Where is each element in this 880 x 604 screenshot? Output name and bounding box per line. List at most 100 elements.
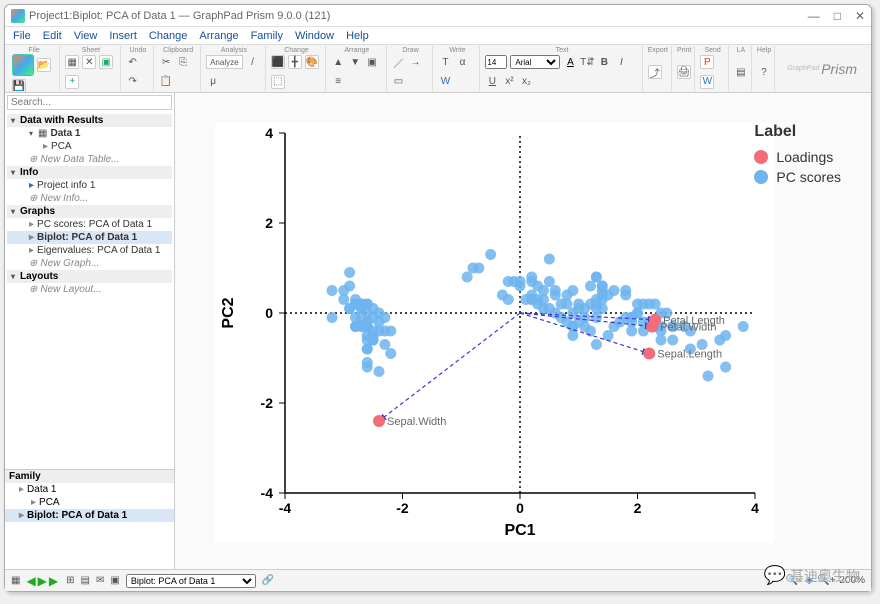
redo-icon[interactable]: ↷ (126, 75, 140, 89)
arrow-icon[interactable]: → (409, 55, 423, 69)
tree-section[interactable]: Data with Results (7, 114, 172, 127)
menu-file[interactable]: File (13, 30, 31, 42)
graph-type-icon[interactable]: ⬛ (271, 55, 285, 69)
tree-item[interactable]: ▸ PCA (7, 140, 172, 153)
zoom-fit-icon[interactable]: ◈ (805, 575, 813, 586)
bold-icon[interactable]: B (597, 55, 611, 69)
delete-sheet-icon[interactable]: ✕ (82, 55, 96, 69)
minimize-button[interactable]: — (808, 9, 820, 23)
svg-text:2: 2 (634, 500, 642, 516)
menu-insert[interactable]: Insert (109, 30, 137, 42)
size-icon[interactable]: ⬚ (271, 75, 285, 89)
family-item[interactable]: ▸ PCA (5, 496, 174, 509)
ribbon-help: Help ? (754, 46, 775, 91)
zoom-out-icon[interactable]: 🔍- (786, 575, 802, 586)
biplot-chart: -4-2024-4-2024PC1PC2Sepal.LengthSepal.Wi… (215, 123, 775, 543)
super-icon[interactable]: x² (502, 75, 516, 89)
line-icon[interactable]: ／ (392, 55, 406, 69)
menu-arrange[interactable]: Arrange (199, 30, 238, 42)
status-icon-3[interactable]: ✉ (96, 575, 104, 586)
cut-icon[interactable]: ✂ (159, 55, 173, 69)
tree-item[interactable]: ⊕ New Graph... (7, 257, 172, 270)
tree-section[interactable]: Info (7, 166, 172, 179)
status-icon-1[interactable]: ⊞ (66, 575, 74, 586)
menu-edit[interactable]: Edit (43, 30, 62, 42)
tree-item[interactable]: ▸ Biplot: PCA of Data 1 (7, 231, 172, 244)
svg-text:PC1: PC1 (504, 522, 535, 539)
graph-canvas[interactable]: -4-2024-4-2024PC1PC2Sepal.LengthSepal.Wi… (175, 93, 871, 569)
new-layout-icon[interactable]: + (65, 75, 79, 89)
menu-view[interactable]: View (74, 30, 98, 42)
ribbon-clipboard: Clipboard ✂ ⎘ 📋 (156, 46, 201, 91)
text-tool-icon[interactable]: T (438, 55, 452, 69)
legend-loadings: Loadings (754, 149, 841, 165)
print-icon[interactable]: 🖨 (677, 65, 691, 79)
ribbon-sheet: Sheet ▦ ✕ ▣ + (62, 46, 120, 91)
fit-icon[interactable]: / (246, 55, 260, 69)
analyze-button[interactable]: Analyze (206, 55, 242, 69)
paste-icon[interactable]: 📋 (159, 75, 173, 89)
prism-icon[interactable] (12, 54, 34, 76)
menu-window[interactable]: Window (295, 30, 334, 42)
svg-text:Sepal.Length: Sepal.Length (657, 349, 722, 361)
color-icon[interactable]: 🎨 (305, 55, 319, 69)
menu-change[interactable]: Change (149, 30, 188, 42)
sheet-selector[interactable]: Biplot: PCA of Data 1 (126, 574, 256, 588)
new-graph-icon[interactable]: ▣ (99, 55, 113, 69)
tree-section[interactable]: Graphs (7, 205, 172, 218)
undo-icon[interactable]: ↶ (126, 55, 140, 69)
export-icon[interactable]: ⤴ (648, 65, 662, 79)
tree-item[interactable]: ⊕ New Info... (7, 192, 172, 205)
status-icon-2[interactable]: ▤ (81, 575, 90, 586)
close-button[interactable]: ✕ (855, 9, 865, 23)
tree-item[interactable]: ▦ Data 1 (7, 127, 172, 140)
new-sheet-icon[interactable]: ▦ (65, 55, 79, 69)
zoom-in-icon[interactable]: 🔍+ (817, 575, 835, 586)
maximize-button[interactable]: □ (834, 9, 841, 23)
greek-icon[interactable]: α (455, 55, 469, 69)
help-icon[interactable]: ? (757, 65, 771, 79)
navigator-tree[interactable]: Data with Results▦ Data 1▸ PCA⊕ New Data… (5, 112, 174, 469)
font-size-input[interactable] (485, 55, 507, 69)
svg-text:-4: -4 (279, 500, 292, 516)
group-icon[interactable]: ▣ (365, 55, 379, 69)
send-word-icon[interactable]: W (700, 75, 714, 89)
sub-icon[interactable]: x₂ (519, 75, 533, 89)
axes-icon[interactable]: ╋ (288, 55, 302, 69)
tree-item[interactable]: ▸ Eigenvalues: PCA of Data 1 (7, 244, 172, 257)
menubar: File Edit View Insert Change Arrange Fam… (5, 27, 871, 45)
tree-item[interactable]: ⊕ New Layout... (7, 283, 172, 296)
stats-icon[interactable]: μ (206, 75, 220, 89)
menu-help[interactable]: Help (346, 30, 369, 42)
front-icon[interactable]: ▲ (331, 55, 345, 69)
font-color-icon[interactable]: A (563, 55, 577, 69)
status-icon-4[interactable]: ▣ (110, 575, 119, 586)
menu-family[interactable]: Family (251, 30, 283, 42)
family-item[interactable]: ▸ Biplot: PCA of Data 1 (5, 509, 174, 522)
open-icon[interactable]: 📂 (37, 58, 51, 72)
word-icon[interactable]: W (438, 75, 452, 89)
back-icon[interactable]: ▼ (348, 55, 362, 69)
tree-section[interactable]: Layouts (7, 270, 172, 283)
save-icon[interactable]: 💾 (12, 79, 26, 93)
legend-title: Label (754, 123, 841, 141)
family-item[interactable]: ▸ Data 1 (5, 483, 174, 496)
link-icon[interactable]: 🔗 (262, 575, 274, 586)
nav-buttons[interactable]: ◀▶▶ (26, 574, 60, 588)
text-align-icon[interactable]: T⇵ (580, 55, 594, 69)
italic-icon[interactable]: I (614, 55, 628, 69)
tree-item[interactable]: ▸ Project info 1 (7, 179, 172, 192)
tree-item[interactable]: ▸ PC scores: PCA of Data 1 (7, 218, 172, 231)
send-ppt-icon[interactable]: P (700, 55, 714, 69)
zoom-level[interactable]: 200% (839, 575, 865, 586)
font-name-select[interactable]: Arial (510, 55, 560, 69)
search-input[interactable] (7, 95, 172, 110)
copy-icon[interactable]: ⎘ (176, 55, 190, 69)
pcscores-swatch (754, 170, 768, 184)
underline-icon[interactable]: U (485, 75, 499, 89)
tree-item[interactable]: ⊕ New Data Table... (7, 153, 172, 166)
la-icon[interactable]: ▤ (734, 65, 748, 79)
rect-icon[interactable]: ▭ (392, 75, 406, 89)
align-icon[interactable]: ≡ (331, 75, 345, 89)
sheet-type-icon[interactable]: ▦ (11, 575, 20, 586)
